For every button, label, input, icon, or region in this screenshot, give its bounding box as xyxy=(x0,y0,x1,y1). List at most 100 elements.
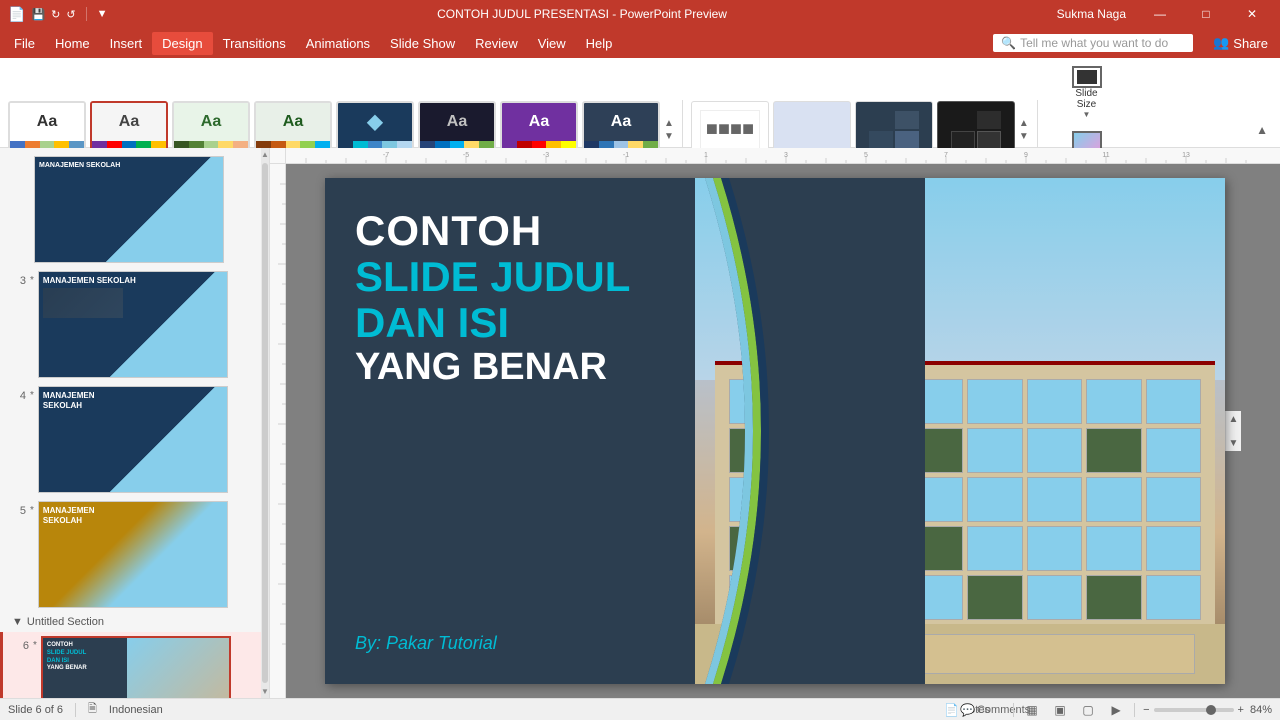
slide-thumb-2[interactable]: MANAJEMEN SEKOLAH xyxy=(0,152,269,267)
language-label: Indonesian xyxy=(109,704,163,716)
menu-transitions[interactable]: Transitions xyxy=(213,32,296,55)
svg-text:5: 5 xyxy=(864,152,868,159)
section-icon: ▼ xyxy=(12,616,23,628)
slide-thumb-3[interactable]: 3 * MANAJEMEN SEKOLAH xyxy=(0,267,269,382)
scroll-up-arrow[interactable]: ▲ xyxy=(1227,411,1241,427)
scroll-track xyxy=(1225,427,1243,435)
quick-access-redo[interactable]: ↺ xyxy=(66,8,75,21)
menu-design[interactable]: Design xyxy=(152,32,212,55)
quick-access-more[interactable]: ▼ xyxy=(97,8,108,20)
svg-text:-5: -5 xyxy=(463,152,469,159)
notes-icon: 📄 xyxy=(944,703,959,717)
menu-animations[interactable]: Animations xyxy=(296,32,380,55)
slide-size-dropdown: ▼ xyxy=(1083,110,1091,119)
slideshow-button[interactable]: ▶ xyxy=(1106,702,1126,718)
slide-editor: -7 -5 -3 -1 1 3 5 7 9 11 13 xyxy=(270,148,1280,698)
menu-home[interactable]: Home xyxy=(45,32,100,55)
ruler-h-marks: -7 -5 -3 -1 1 3 5 7 9 11 13 xyxy=(286,148,1280,163)
ruler-svg: -7 -5 -3 -1 1 3 5 7 9 11 13 xyxy=(286,148,1280,163)
close-button[interactable]: ✕ xyxy=(1232,4,1272,24)
slide-num-6: 6 xyxy=(11,640,29,652)
slide-title-line2: SLIDE JUDUL xyxy=(355,254,630,300)
ribbon-collapse[interactable]: ▲ xyxy=(1252,121,1272,139)
app-icon: 📄 xyxy=(8,6,25,23)
svg-text:7: 7 xyxy=(944,152,948,159)
slide-canvas-area: SG CONTOH SLIDE JUDUL DAN ISI YANG BENAR… xyxy=(286,164,1280,698)
horizontal-ruler: -7 -5 -3 -1 1 3 5 7 9 11 13 xyxy=(270,148,1280,164)
share-icon: 👥 xyxy=(1213,35,1229,51)
slide-star-4: * xyxy=(30,390,34,401)
section-name: Untitled Section xyxy=(27,616,104,628)
status-sep-1 xyxy=(75,703,76,717)
share-button[interactable]: 👥 Share xyxy=(1205,32,1276,54)
normal-view-button[interactable]: ▦ xyxy=(1022,702,1042,718)
canvas-with-ruler: -7 -5 -3 -1 1 xyxy=(270,164,1280,698)
slide-size-icon xyxy=(1072,66,1102,88)
titlebar-center: CONTOH JUDUL PRESENTASI - PowerPoint Pre… xyxy=(107,7,1056,21)
slide-image-6: CONTOHSLIDE JUDULDAN ISIYANG BENAR xyxy=(41,636,231,698)
variants-scroll-up[interactable]: ▲ xyxy=(1019,118,1029,129)
comments-button[interactable]: 💬 Comments xyxy=(985,702,1005,718)
reading-view-button[interactable]: ▢ xyxy=(1078,702,1098,718)
slide-star-3: * xyxy=(30,275,34,286)
themes-scroll-down[interactable]: ▼ xyxy=(664,131,674,142)
zoom-slider[interactable] xyxy=(1154,708,1234,712)
themes-scroll-up[interactable]: ▲ xyxy=(664,118,674,129)
panel-scroll-thumb[interactable] xyxy=(262,163,268,683)
slide-title-line3: DAN ISI xyxy=(355,300,630,346)
section-label[interactable]: ▼ Untitled Section xyxy=(0,612,269,632)
main-area: MANAJEMEN SEKOLAH 3 * MANAJEMEN SEKOLAH … xyxy=(0,148,1280,698)
quick-access-save[interactable]: 💾 xyxy=(31,8,45,21)
slide-canvas[interactable]: SG CONTOH SLIDE JUDUL DAN ISI YANG BENAR… xyxy=(325,178,1225,684)
panel-scroll-up[interactable]: ▲ xyxy=(261,148,269,161)
minimize-button[interactable]: — xyxy=(1140,4,1180,24)
panel-scrollbar[interactable]: ▲ ▼ xyxy=(261,148,269,698)
panel-scroll-down[interactable]: ▼ xyxy=(261,685,269,698)
slide-size-button[interactable]: SlideSize ▼ xyxy=(1066,62,1108,123)
menu-review[interactable]: Review xyxy=(465,32,528,55)
menu-view[interactable]: View xyxy=(528,32,576,55)
quick-access-undo[interactable]: ↻ xyxy=(51,8,60,21)
language-indicator: 🗎 xyxy=(88,700,97,719)
svg-text:-1: -1 xyxy=(623,152,629,159)
maximize-button[interactable]: □ xyxy=(1186,4,1226,24)
slide-image-3: MANAJEMEN SEKOLAH xyxy=(38,271,228,378)
slide-image-4: MANAJEMENSEKOLAH xyxy=(38,386,228,493)
svg-text:-7: -7 xyxy=(383,152,389,159)
vertical-scrollbar[interactable]: ▲ ▼ xyxy=(1225,411,1241,451)
menu-help[interactable]: Help xyxy=(576,32,623,55)
zoom-plus[interactable]: + xyxy=(1238,704,1244,716)
search-icon: 🔍 xyxy=(1001,36,1016,50)
titlebar-left: 📄 💾 ↻ ↺ ▼ xyxy=(8,6,107,23)
menu-insert[interactable]: Insert xyxy=(100,32,153,55)
menu-slideshow[interactable]: Slide Show xyxy=(380,32,465,55)
zoom-minus[interactable]: − xyxy=(1143,704,1149,716)
slide-star-5: * xyxy=(30,505,34,516)
svg-text:11: 11 xyxy=(1102,152,1109,159)
svg-text:-3: -3 xyxy=(543,152,549,159)
slide-curve-svg xyxy=(705,178,925,684)
slide-thumb-4[interactable]: 4 * MANAJEMENSEKOLAH xyxy=(0,382,269,497)
titlebar-right: Sukma Naga — □ ✕ xyxy=(1057,4,1272,24)
slide-size-inner xyxy=(1077,70,1097,84)
zoom-thumb[interactable] xyxy=(1206,705,1216,715)
slide-title-line4: YANG BENAR xyxy=(355,347,630,389)
slide-thumb-5[interactable]: 5 * MANAJEMENSEKOLAH xyxy=(0,497,269,612)
slide-sorter-button[interactable]: ▣ xyxy=(1050,702,1070,718)
slide-6-photo xyxy=(127,638,229,698)
status-sep-2 xyxy=(1013,703,1014,717)
svg-text:1: 1 xyxy=(704,152,708,159)
slide-image-5: MANAJEMENSEKOLAH xyxy=(38,501,228,608)
comments-icon: 💬 xyxy=(960,703,975,717)
slide-star-6: * xyxy=(33,640,37,651)
status-bar: Slide 6 of 6 🗎 Indonesian 📄 Notes 💬 Comm… xyxy=(0,698,1280,720)
scroll-down-arrow[interactable]: ▼ xyxy=(1227,435,1241,451)
menu-file[interactable]: File xyxy=(4,32,45,55)
search-bar[interactable]: 🔍 Tell me what you want to do xyxy=(993,34,1193,52)
sep1 xyxy=(86,7,87,21)
slide-panel: MANAJEMEN SEKOLAH 3 * MANAJEMEN SEKOLAH … xyxy=(0,148,270,698)
variants-scroll-down[interactable]: ▼ xyxy=(1019,131,1029,142)
zoom-level[interactable]: 84% xyxy=(1250,704,1272,716)
ruler-corner xyxy=(270,148,286,163)
slide-thumb-6[interactable]: 6 * CONTOHSLIDE JUDULDAN ISIYANG BENAR xyxy=(0,632,269,698)
